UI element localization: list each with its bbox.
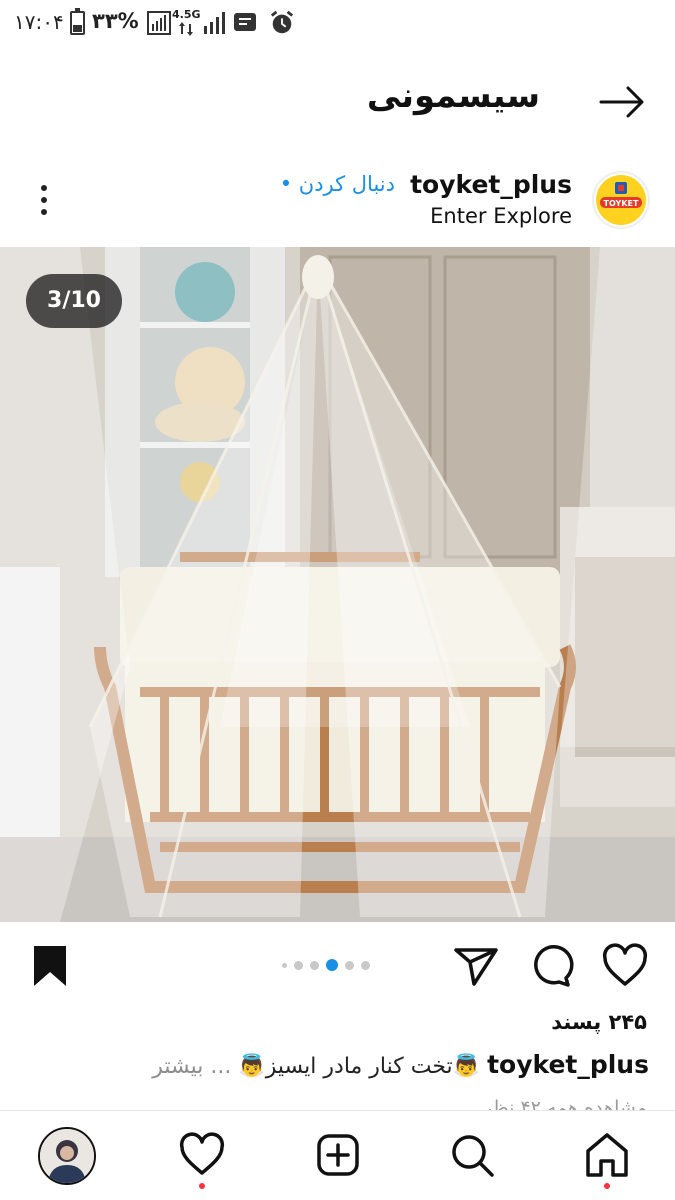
- battery-icon: [70, 8, 85, 35]
- network-type: 4.5G: [172, 8, 201, 21]
- bookmark-icon[interactable]: [26, 942, 74, 990]
- crib-photo: [0, 247, 675, 922]
- post-username[interactable]: toyket_plus: [410, 170, 572, 199]
- profile-avatar[interactable]: [38, 1127, 96, 1185]
- signal-box-icon: [147, 11, 171, 35]
- signal-bars-icon: [204, 12, 225, 34]
- likes-count[interactable]: ۲۴۵ پسند: [551, 1010, 647, 1034]
- add-post-icon[interactable]: [314, 1131, 362, 1179]
- caption-more-link[interactable]: ... بیشتر: [152, 1054, 231, 1079]
- view-comments-link[interactable]: مشاهده همه ۴۲ نظر: [483, 1097, 647, 1111]
- carousel-dot: [345, 960, 354, 970]
- carousel-dot-active: [326, 959, 338, 971]
- image-counter-badge: 3/10: [26, 274, 122, 328]
- battery-percent: ۳۳%: [92, 9, 139, 33]
- paper-plane-icon[interactable]: [452, 942, 500, 990]
- activity-heart-icon[interactable]: [178, 1131, 226, 1179]
- brand-logo: TOYKET: [596, 175, 646, 225]
- follow-button[interactable]: دنبال کردن •: [280, 172, 395, 196]
- alarm-icon: [270, 10, 294, 34]
- caption: toyket_plus 👼تخت کنار مادر ایسیز👼 ... بی…: [9, 1050, 649, 1079]
- separator: •: [279, 172, 293, 196]
- avatar-photo: [40, 1129, 94, 1183]
- message-icon: [234, 13, 256, 31]
- home-icon[interactable]: [583, 1131, 631, 1179]
- bottom-nav: [0, 1110, 675, 1200]
- data-arrows-icon: [179, 22, 193, 36]
- status-time: ۱۷:۰۴: [14, 10, 64, 34]
- three-dots-vertical-icon[interactable]: [32, 182, 56, 218]
- post-location[interactable]: Enter Explore: [430, 204, 572, 228]
- battery-fill: [73, 25, 82, 32]
- comment-bubble-icon[interactable]: [526, 942, 574, 990]
- caption-username[interactable]: toyket_plus: [487, 1050, 649, 1079]
- post-header: TOYKET toyket_plus دنبال کردن • Enter Ex…: [0, 160, 675, 246]
- app-header: سیسمونی: [0, 60, 675, 140]
- follow-label: دنبال کردن: [298, 172, 395, 196]
- page-title: سیسمونی: [366, 76, 540, 116]
- post-image[interactable]: [0, 247, 675, 922]
- carousel-dot: [361, 960, 370, 970]
- search-icon[interactable]: [448, 1131, 496, 1179]
- heart-icon[interactable]: [601, 942, 649, 990]
- home-notification-dot: [604, 1183, 610, 1189]
- brand-logo-text: TOYKET: [604, 199, 639, 208]
- caption-text: 👼تخت کنار مادر ایسیز👼: [238, 1054, 481, 1079]
- brand-avatar[interactable]: TOYKET: [592, 171, 650, 229]
- carousel-dot: [282, 962, 287, 968]
- carousel-dot: [310, 960, 319, 970]
- status-bar: ۱۷:۰۴ ۳۳% 4.5G: [0, 0, 675, 48]
- arrow-right-icon[interactable]: [598, 84, 646, 120]
- activity-notification-dot: [199, 1183, 205, 1189]
- carousel-dot: [294, 960, 303, 970]
- post-actions: [0, 930, 675, 1002]
